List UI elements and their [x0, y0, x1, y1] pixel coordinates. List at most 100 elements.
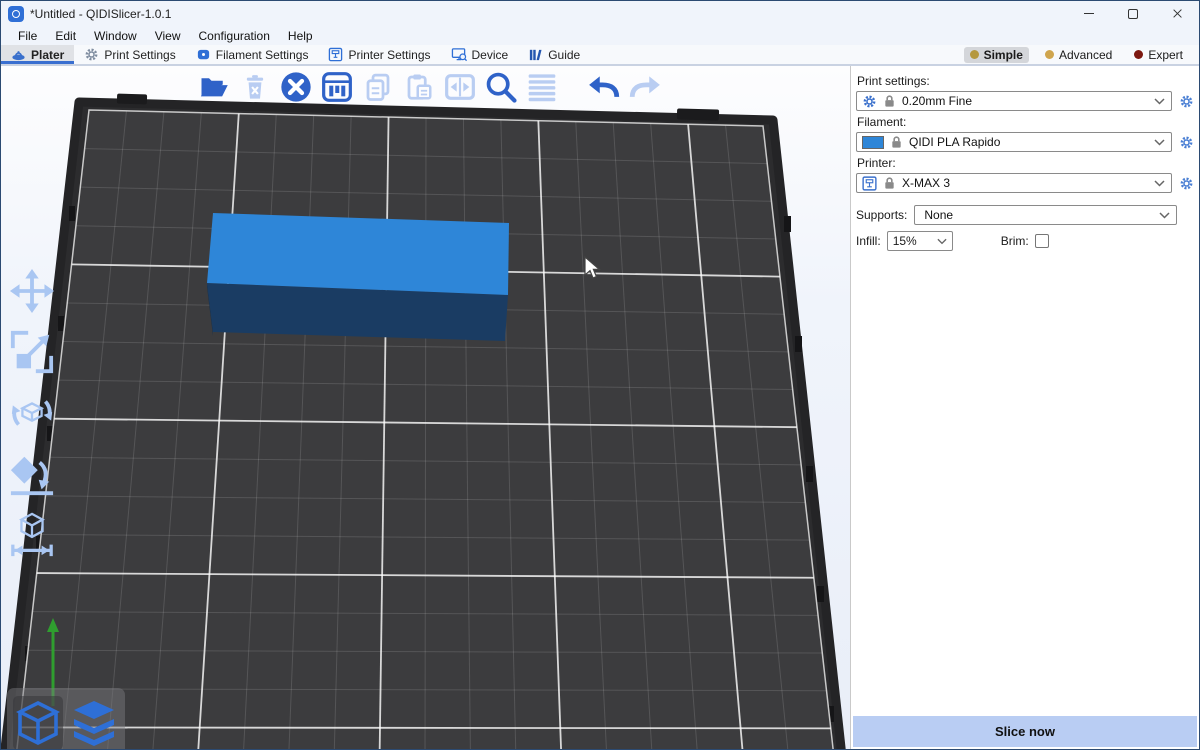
menu-window[interactable]: Window [85, 27, 146, 45]
split-objects-icon [444, 71, 476, 103]
mode-advanced[interactable]: Advanced [1039, 47, 1118, 63]
close-icon [1172, 8, 1183, 19]
variable-layer-height-button[interactable] [525, 70, 559, 104]
infill-combo[interactable]: 15% [887, 231, 953, 251]
tab-label: Guide [548, 48, 580, 62]
printer-value: X-MAX 3 [902, 176, 1148, 190]
search-button[interactable] [484, 70, 518, 104]
print-settings-gear-icon [84, 47, 99, 62]
filament-label: Filament: [857, 115, 1195, 129]
supports-label: Supports: [856, 208, 907, 222]
printer-label: Printer: [857, 156, 1195, 170]
minimize-button[interactable] [1067, 1, 1111, 26]
3d-viewport[interactable] [1, 66, 850, 749]
advanced-dot-icon [1045, 50, 1054, 59]
build-plate[interactable] [1, 66, 850, 749]
printer-edit-button[interactable] [1177, 176, 1195, 191]
place-on-face-tool-button[interactable] [7, 449, 57, 499]
tab-print-settings[interactable]: Print Settings [74, 45, 185, 64]
menu-configuration[interactable]: Configuration [190, 27, 279, 45]
tab-label: Printer Settings [348, 48, 430, 62]
mouse-cursor [584, 256, 604, 280]
layer-height-icon [526, 71, 558, 103]
plate-notch [795, 336, 802, 352]
redo-button[interactable] [628, 70, 662, 104]
tab-printer-settings[interactable]: Printer Settings [318, 45, 440, 64]
mode-expert[interactable]: Expert [1128, 47, 1189, 63]
tab-plater[interactable]: Plater [1, 45, 74, 64]
printer-icon [328, 47, 343, 62]
printer-combo[interactable]: X-MAX 3 [856, 173, 1172, 193]
gear-icon [862, 94, 877, 109]
undo-button[interactable] [587, 70, 621, 104]
3d-editor-cube-icon [16, 700, 60, 746]
tab-label: Plater [31, 48, 64, 62]
mode-label: Expert [1148, 48, 1183, 62]
supports-value: None [920, 208, 1153, 222]
print-settings-edit-button[interactable] [1177, 94, 1195, 109]
device-monitor-icon [451, 47, 467, 62]
tab-guide[interactable]: Guide [518, 45, 590, 64]
place-on-face-icon [9, 451, 55, 497]
undo-icon [587, 70, 621, 104]
lock-icon [883, 94, 896, 108]
maximize-icon [1128, 9, 1138, 19]
plate-notch [58, 316, 64, 331]
simple-dot-icon [970, 50, 979, 59]
menu-file[interactable]: File [9, 27, 46, 45]
slice-now-button[interactable]: Slice now [853, 716, 1197, 747]
plate-clip [677, 108, 719, 120]
menu-help[interactable]: Help [279, 27, 322, 45]
minimize-icon [1084, 13, 1094, 14]
print-settings-combo[interactable]: 0.20mm Fine [856, 91, 1172, 111]
supports-combo[interactable]: None [914, 205, 1177, 225]
measure-tool-button[interactable] [7, 510, 57, 560]
plater-icon [11, 47, 26, 62]
rotate-tool-button[interactable] [7, 388, 57, 438]
delete-button[interactable] [238, 70, 272, 104]
paste-button[interactable] [402, 70, 436, 104]
lock-icon [890, 135, 903, 149]
expert-dot-icon [1134, 50, 1143, 59]
tab-filament-settings[interactable]: Filament Settings [186, 45, 319, 64]
app-window: *Untitled - QIDISlicer-1.0.1 File Edit W… [0, 0, 1200, 750]
preview-view-button[interactable] [69, 696, 119, 749]
window-title: *Untitled - QIDISlicer-1.0.1 [30, 7, 171, 21]
move-icon [9, 268, 55, 314]
plate-notch [69, 206, 75, 221]
brim-label: Brim: [1001, 234, 1029, 248]
move-tool-button[interactable] [7, 266, 57, 316]
delete-all-icon [280, 71, 312, 103]
tab-bar: Plater Print Settings Filament Settings … [1, 45, 1199, 66]
plate-notch [784, 216, 791, 232]
lock-icon [883, 176, 896, 190]
filament-color-swatch [862, 136, 884, 149]
chevron-down-icon [1154, 98, 1165, 105]
filament-combo[interactable]: QIDI PLA Rapido [856, 132, 1172, 152]
tab-label: Print Settings [104, 48, 175, 62]
chevron-down-icon [937, 238, 947, 245]
editor-view-button[interactable] [13, 696, 63, 749]
left-toolbar [7, 266, 57, 560]
open-button[interactable] [197, 70, 231, 104]
arrange-button[interactable] [320, 70, 354, 104]
maximize-button[interactable] [1111, 1, 1155, 26]
paste-icon [404, 72, 434, 102]
scale-tool-button[interactable] [7, 327, 57, 377]
mode-label: Advanced [1059, 48, 1112, 62]
copy-button[interactable] [361, 70, 395, 104]
brim-checkbox[interactable] [1035, 234, 1049, 248]
filament-value: QIDI PLA Rapido [909, 135, 1148, 149]
open-folder-icon [199, 72, 229, 102]
tab-device[interactable]: Device [441, 45, 519, 64]
split-objects-button[interactable] [443, 70, 477, 104]
print-settings-label: Print settings: [857, 74, 1195, 88]
model-box[interactable] [207, 213, 509, 341]
gear-icon [1179, 94, 1194, 109]
mode-simple[interactable]: Simple [964, 47, 1029, 63]
menu-edit[interactable]: Edit [46, 27, 85, 45]
menu-view[interactable]: View [146, 27, 190, 45]
delete-all-button[interactable] [279, 70, 313, 104]
close-button[interactable] [1155, 1, 1199, 26]
filament-edit-button[interactable] [1177, 135, 1195, 150]
